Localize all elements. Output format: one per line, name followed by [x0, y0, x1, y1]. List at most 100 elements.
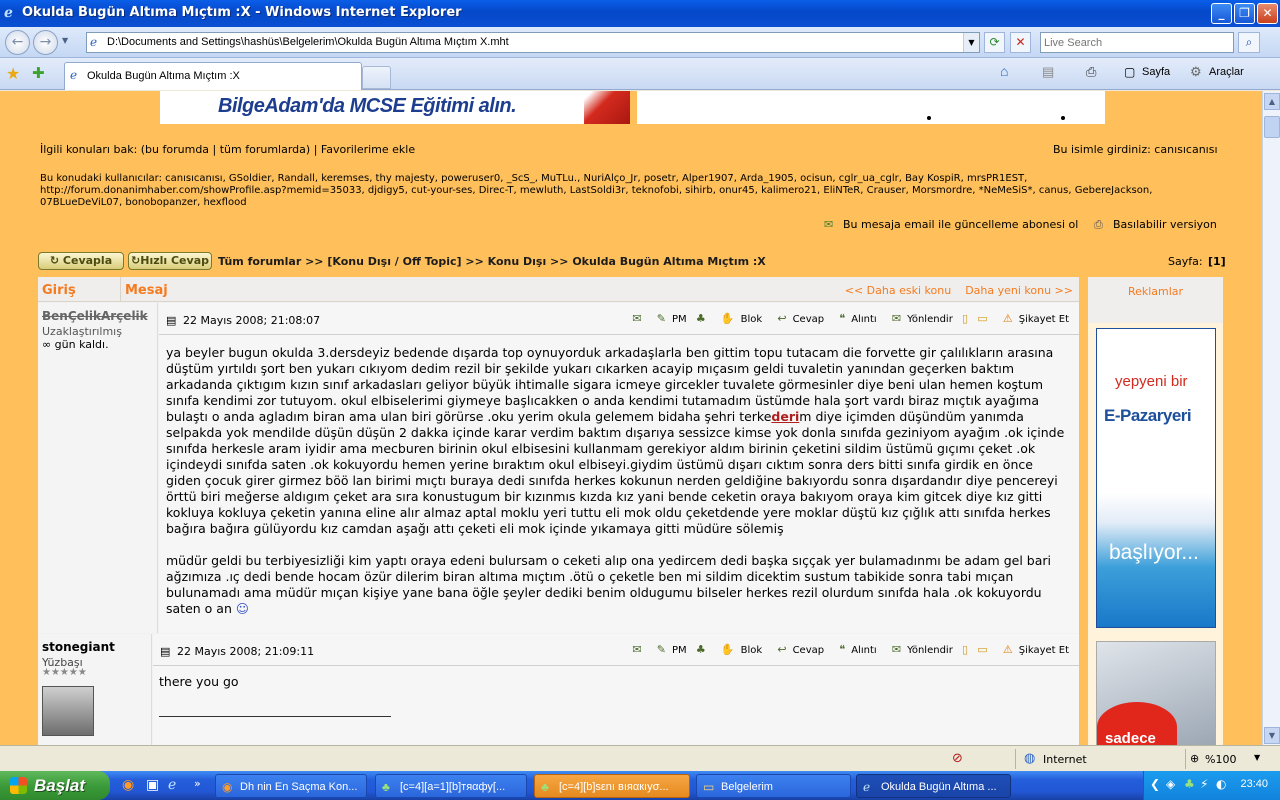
banner-ad-right[interactable]: [637, 91, 1105, 124]
task-label: Belgelerim: [721, 781, 773, 793]
avatar[interactable]: [42, 686, 94, 736]
epazaryeri-ad[interactable]: yepyeni bir E-Pazaryeri başlıyor...: [1096, 328, 1216, 628]
print-icon[interactable]: ⎙: [1086, 64, 1096, 80]
author-name[interactable]: stonegiant: [42, 640, 115, 654]
report-button[interactable]: ⚠ Şikayet Et: [997, 312, 1069, 325]
ie-quicklaunch-icon[interactable]: ℯ: [168, 777, 176, 793]
address-dropdown-icon[interactable]: ▼: [963, 33, 979, 52]
tray-app-icon[interactable]: ◈: [1166, 777, 1175, 791]
back-button[interactable]: ←: [5, 30, 30, 55]
stop-button[interactable]: ✕: [1010, 32, 1031, 53]
reply-button[interactable]: ↻ Cevapla: [38, 252, 124, 270]
reply-arrow-icon: ↻: [49, 254, 60, 267]
window-title-bar[interactable]: ℯ Okulda Bugün Altıma Mıçtım :X - Window…: [0, 0, 1280, 27]
minimize-button[interactable]: _: [1211, 3, 1232, 24]
forward-button[interactable]: →: [33, 30, 58, 55]
block-label: Blok: [740, 314, 763, 325]
quicklaunch-more-icon[interactable]: »: [194, 777, 201, 790]
post-body: there you go: [159, 674, 1064, 706]
ie-logo-icon: ℯ: [4, 5, 13, 21]
scroll-thumb[interactable]: [1264, 116, 1280, 138]
folder-icon[interactable]: ▭: [977, 312, 987, 325]
quote-button[interactable]: ❝ Alıntı: [833, 643, 876, 656]
pm-label: PM: [671, 314, 687, 325]
new-tab-button[interactable]: [362, 66, 391, 89]
add-friend-icon[interactable]: ♣: [696, 312, 706, 325]
tab-current[interactable]: ℯ Okulda Bugün Altıma Mıçtım :X: [64, 62, 362, 90]
post-2: stonegiant Yüzbaşı ★★★★★ ▤ 22 Mayıs 2008…: [38, 634, 1079, 745]
desktop-quicklaunch-icon[interactable]: ▣: [146, 777, 159, 793]
forward-button-post[interactable]: ✉ Yönlendir: [886, 312, 953, 325]
add-favorite-icon[interactable]: ✚: [32, 64, 45, 82]
window-title: Okulda Bugün Altıma Mıçtım :X - Windows …: [22, 5, 462, 20]
topic-users-list[interactable]: Bu konudaki kullanıcılar: canısıcanısı, …: [40, 173, 1220, 209]
popup-blocked-icon[interactable]: ⊘: [952, 751, 963, 766]
taskbar-item[interactable]: ♣ [c=4][b]sεnı вıяαкıуσ...: [534, 774, 690, 798]
vertical-scrollbar[interactable]: ▲ ▼: [1262, 91, 1280, 745]
post-body: ya beyler bugun okulda 3.dersdeyiz beden…: [166, 345, 1071, 633]
banner-ad-left[interactable]: BilgeAdam'da MCSE Eğitimi alın.: [160, 91, 630, 124]
block-button[interactable]: ✋ Blok: [715, 312, 763, 325]
feeds-icon[interactable]: ▤: [1042, 64, 1054, 80]
block-button[interactable]: ✋ Blok: [715, 643, 762, 656]
reply-post-button[interactable]: ↩ Cevap: [771, 643, 824, 656]
quote-button[interactable]: ❝ Alıntı: [833, 312, 876, 325]
print-version-link[interactable]: Basılabilir versiyon: [1113, 218, 1217, 231]
author-name[interactable]: BenÇelikArçelik: [42, 309, 148, 323]
taskbar-item[interactable]: ◉ Dh nin En Saçma Kon...: [215, 774, 367, 798]
tray-volume-icon[interactable]: ◐: [1216, 777, 1226, 791]
email-icon[interactable]: ✉: [632, 643, 641, 656]
related-topics-links[interactable]: İlgili konuları bak: (bu forumda | tüm f…: [40, 143, 415, 156]
bookmark-icon[interactable]: ▯: [962, 312, 968, 325]
prev-topic-link[interactable]: << Daha eski konu: [845, 284, 951, 297]
page-label: Sayfa:: [1168, 255, 1203, 268]
subscribe-link[interactable]: Bu mesaja email ile güncelleme abonesi o…: [843, 218, 1078, 231]
product-ad[interactable]: sadece: [1096, 641, 1216, 745]
maximize-button[interactable]: ❐: [1234, 3, 1255, 24]
scroll-up-icon[interactable]: ▲: [1264, 93, 1280, 110]
zoom-dropdown-icon[interactable]: ▼: [1254, 753, 1260, 762]
quick-reply-button[interactable]: ↻Hızlı Cevap: [128, 252, 212, 270]
tray-network-icon[interactable]: ⚡: [1200, 777, 1208, 791]
tools-menu[interactable]: Araçlar: [1209, 66, 1244, 78]
next-topic-link[interactable]: Daha yeni konu >>: [965, 284, 1073, 297]
report-button[interactable]: ⚠ Şikayet Et: [997, 643, 1069, 656]
firefox-quicklaunch-icon[interactable]: ◉: [122, 777, 134, 793]
email-icon[interactable]: ✉: [632, 312, 641, 325]
address-input[interactable]: ℯ D:\Documents and Settings\hashüs\Belge…: [86, 32, 980, 53]
scroll-down-icon[interactable]: ▼: [1264, 727, 1280, 744]
recent-pages-dropdown-icon[interactable]: ▼: [62, 36, 68, 45]
search-icon[interactable]: ⌕: [1238, 32, 1260, 53]
page-number[interactable]: [1]: [1208, 255, 1226, 268]
pm-button[interactable]: ✎ PM: [651, 312, 687, 325]
page-menu[interactable]: Sayfa: [1142, 66, 1170, 78]
forward-icon: ✉: [891, 312, 902, 325]
taskbar-item[interactable]: ▭ Belgelerim: [696, 774, 851, 798]
home-icon[interactable]: ⌂: [1000, 63, 1008, 79]
bookmark-icon[interactable]: ▯: [962, 643, 968, 656]
pm-button[interactable]: ✎ PM: [651, 643, 687, 656]
start-button[interactable]: Başlat: [0, 771, 110, 800]
status-divider: [1185, 749, 1186, 769]
ads-column: Reklamlar yepyeni bir E-Pazaryeri başlıy…: [1088, 277, 1223, 745]
refresh-button[interactable]: ⟳: [984, 32, 1005, 53]
folder-icon[interactable]: ▭: [977, 643, 987, 656]
reply-post-button[interactable]: ↩ Cevap: [771, 312, 824, 325]
pm-icon: ✎: [656, 312, 666, 325]
zoom-level[interactable]: %100: [1205, 753, 1236, 766]
post-message-cell: ▤ 22 Mayıs 2008; 21:08:07 ✉ ✎ PM ♣ ✋ Blok …: [159, 303, 1079, 633]
tray-expand-icon[interactable]: ❮: [1150, 777, 1160, 791]
post-header: ▤ 22 Mayıs 2008; 21:09:11 ✉ ✎ PM ♣ ✋ Blok …: [153, 634, 1079, 666]
gear-icon: ⚙: [1190, 64, 1202, 79]
add-friend-icon[interactable]: ♣: [696, 643, 706, 656]
post-inline-link[interactable]: deri: [771, 409, 799, 424]
tray-messenger-icon[interactable]: ♣: [1184, 777, 1195, 791]
taskbar-item[interactable]: ♣ [c=4][a=1][b]тяαфу[...: [375, 774, 527, 798]
search-input[interactable]: [1041, 33, 1233, 52]
taskbar-item-active[interactable]: ℯ Okulda Bugün Altıma ...: [856, 774, 1011, 798]
forward-button-post[interactable]: ✉ Yönlendir: [886, 643, 953, 656]
favorites-star-icon[interactable]: ★: [6, 64, 20, 83]
search-field[interactable]: [1040, 32, 1234, 53]
close-button[interactable]: ✕: [1257, 3, 1278, 24]
breadcrumb[interactable]: Tüm forumlar >> [Konu Dışı / Off Topic] …: [218, 255, 766, 268]
